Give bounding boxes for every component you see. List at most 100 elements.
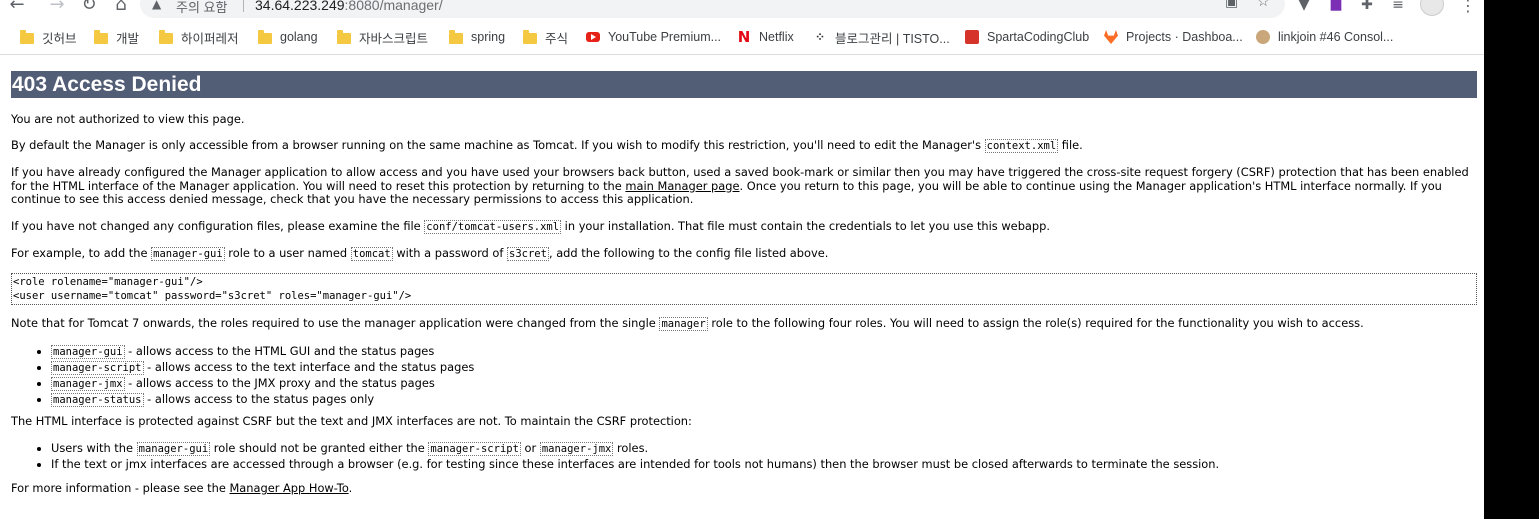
text: Note that for Tomcat 7 onwards, the role… xyxy=(11,316,660,330)
extension-icon[interactable]: ▼ xyxy=(1295,0,1313,14)
manager-how-to-link[interactable]: Manager App How-To xyxy=(229,481,348,495)
url-text[interactable]: 34.64.223.249:8080/manager/ xyxy=(255,0,443,13)
address-bar[interactable]: ▲ 주의 요함 34.64.223.249:8080/manager/ ▣ ☆ xyxy=(140,0,1285,18)
forward-icon[interactable]: → xyxy=(46,0,68,16)
bookmark-label: 하이퍼레저 xyxy=(181,31,239,46)
bookmark-tistory[interactable]: ⁘ 블로그관리 | TISTO... xyxy=(813,26,950,48)
menu-icon[interactable]: ⋮ xyxy=(1460,0,1476,15)
paragraph-example: For example, to add the manager-gui role… xyxy=(11,246,1477,262)
code-line: <user username="tomcat" password="s3cret… xyxy=(13,290,412,302)
url-path: :8080/manager/ xyxy=(344,0,443,13)
bookmark-youtube[interactable]: YouTube Premium... xyxy=(586,26,721,48)
desktop-edge xyxy=(1484,0,1539,519)
bookmark-label: linkjoin #46 Consol... xyxy=(1278,30,1394,44)
bookmark-label: 개발 xyxy=(116,31,140,46)
roles-list: manager-gui - allows access to the HTML … xyxy=(51,344,474,408)
bookmark-javascript[interactable]: 자바스크립트 xyxy=(337,26,428,48)
url-host: 34.64.223.249 xyxy=(255,0,345,13)
folder-icon xyxy=(20,29,34,44)
folder-icon xyxy=(159,29,173,44)
bookmark-spring[interactable]: spring xyxy=(449,26,505,48)
config-code-block: <role rolename="manager-gui"/> <user user… xyxy=(11,273,1477,305)
paragraph-more-info: For more information - please see the Ma… xyxy=(11,481,1477,496)
translate-icon[interactable]: ▣ xyxy=(1225,0,1238,10)
code-manager-jmx: manager-jmx xyxy=(539,442,614,456)
code-s3cret: s3cret xyxy=(507,247,549,261)
text: file. xyxy=(1058,138,1083,152)
browser-chrome: ← → ↻ ⌂ ▲ 주의 요함 34.64.223.249:8080/manag… xyxy=(0,0,1484,55)
text: By default the Manager is only accessibl… xyxy=(11,138,985,152)
list-item: If the text or jmx interfaces are access… xyxy=(51,457,1219,472)
netflix-icon: N xyxy=(737,28,751,46)
browser-toolbar: ← → ↻ ⌂ ▲ 주의 요함 34.64.223.249:8080/manag… xyxy=(0,0,1484,22)
csrf-list: Users with the manager-gui role should n… xyxy=(51,441,1219,472)
code-role: manager-status xyxy=(51,393,144,407)
bookmark-hyperledger[interactable]: 하이퍼레저 xyxy=(159,26,239,48)
reload-icon[interactable]: ↻ xyxy=(78,0,100,16)
security-label[interactable]: 주의 요함 xyxy=(176,0,227,16)
bookmarks-bar: 깃허브 개발 하이퍼레저 golang 자바스크립트 spring 주식 You… xyxy=(0,26,1484,50)
onenote-icon[interactable]: ■ xyxy=(1327,0,1345,14)
bookmark-linkjoin[interactable]: linkjoin #46 Consol... xyxy=(1256,26,1393,48)
folder-icon xyxy=(337,29,351,44)
puzzle-icon[interactable]: ✚ xyxy=(1358,0,1376,14)
page-title: 403 Access Denied xyxy=(11,71,1477,98)
bookmark-label: 깃허브 xyxy=(42,31,77,46)
code-tomcat: tomcat xyxy=(350,247,393,261)
code-manager-gui: manager-gui xyxy=(151,247,225,261)
bookmark-golang[interactable]: golang xyxy=(258,26,318,48)
list-item: manager-script - allows access to the te… xyxy=(51,360,474,376)
text: with a password of xyxy=(392,246,508,260)
linkjoin-icon xyxy=(1256,30,1270,44)
bookmark-label: golang xyxy=(280,30,318,44)
divider xyxy=(243,0,244,12)
text: For example, to add the xyxy=(11,246,152,260)
paragraph-default-access: By default the Manager is only accessibl… xyxy=(11,138,1477,154)
home-icon[interactable]: ⌂ xyxy=(110,0,132,16)
text: Users with the xyxy=(51,441,137,455)
bookmark-label: YouTube Premium... xyxy=(608,30,722,44)
list-item: manager-gui - allows access to the HTML … xyxy=(51,344,474,360)
paragraph-csrf-protection: The HTML interface is protected against … xyxy=(11,414,692,428)
bookmark-netflix[interactable]: N Netflix xyxy=(737,26,794,48)
bookmark-stock[interactable]: 주식 xyxy=(523,26,568,48)
code-tomcat-users-xml: conf/tomcat-users.xml xyxy=(424,220,562,234)
paragraph-csrf-explanation: If you have already configured the Manag… xyxy=(11,165,1477,207)
code-line: <role rolename="manager-gui"/> xyxy=(13,276,203,288)
code-context-xml: context.xml xyxy=(984,139,1059,153)
back-icon[interactable]: ← xyxy=(6,0,28,16)
reading-list-icon[interactable]: ≡ xyxy=(1389,0,1407,14)
star-icon[interactable]: ☆ xyxy=(1257,0,1270,10)
list-item: manager-jmx - allows access to the JMX p… xyxy=(51,376,474,392)
paragraph-config-files: If you have not changed any configuratio… xyxy=(11,219,1477,235)
folder-icon xyxy=(94,29,108,44)
avatar[interactable] xyxy=(1420,0,1444,16)
bookmark-dev[interactable]: 개발 xyxy=(94,26,139,48)
text: role should not be granted either the xyxy=(210,441,429,455)
paragraph-roles-note: Note that for Tomcat 7 onwards, the role… xyxy=(11,316,1477,332)
warning-icon[interactable]: ▲ xyxy=(152,0,161,11)
text: in your installation. That file must con… xyxy=(561,219,1050,233)
bookmark-github[interactable]: 깃허브 xyxy=(20,26,77,48)
main-manager-page-link[interactable]: main Manager page xyxy=(625,179,739,193)
folder-icon xyxy=(449,29,463,44)
bookmark-label: SpartaCodingClub xyxy=(987,30,1090,44)
text: role to the following four roles. You wi… xyxy=(707,316,1364,330)
text: - allows access to the text interface an… xyxy=(143,360,475,374)
spartacoding-icon xyxy=(965,30,979,44)
list-item: Users with the manager-gui role should n… xyxy=(51,441,1219,457)
bookmark-gitlab[interactable]: Projects · Dashboa... xyxy=(1104,26,1243,48)
code-manager-script: manager-script xyxy=(428,442,521,456)
gitlab-icon xyxy=(1104,30,1118,44)
text: If you have not changed any configuratio… xyxy=(11,219,425,233)
paragraph-not-authorized: You are not authorized to view this page… xyxy=(11,112,245,126)
bookmark-label: 자바스크립트 xyxy=(359,31,429,46)
code-role: manager-gui xyxy=(51,345,125,359)
code-manager-gui: manager-gui xyxy=(136,442,211,456)
bookmark-label: 블로그관리 | TISTO... xyxy=(835,31,950,46)
text: - allows access to the HTML GUI and the … xyxy=(124,344,435,358)
bookmark-spartacoding[interactable]: SpartaCodingClub xyxy=(965,26,1089,48)
bookmark-label: spring xyxy=(471,30,506,44)
text: - allows access to the JMX proxy and the… xyxy=(124,376,435,390)
text: - allows access to the status pages only xyxy=(143,392,375,406)
